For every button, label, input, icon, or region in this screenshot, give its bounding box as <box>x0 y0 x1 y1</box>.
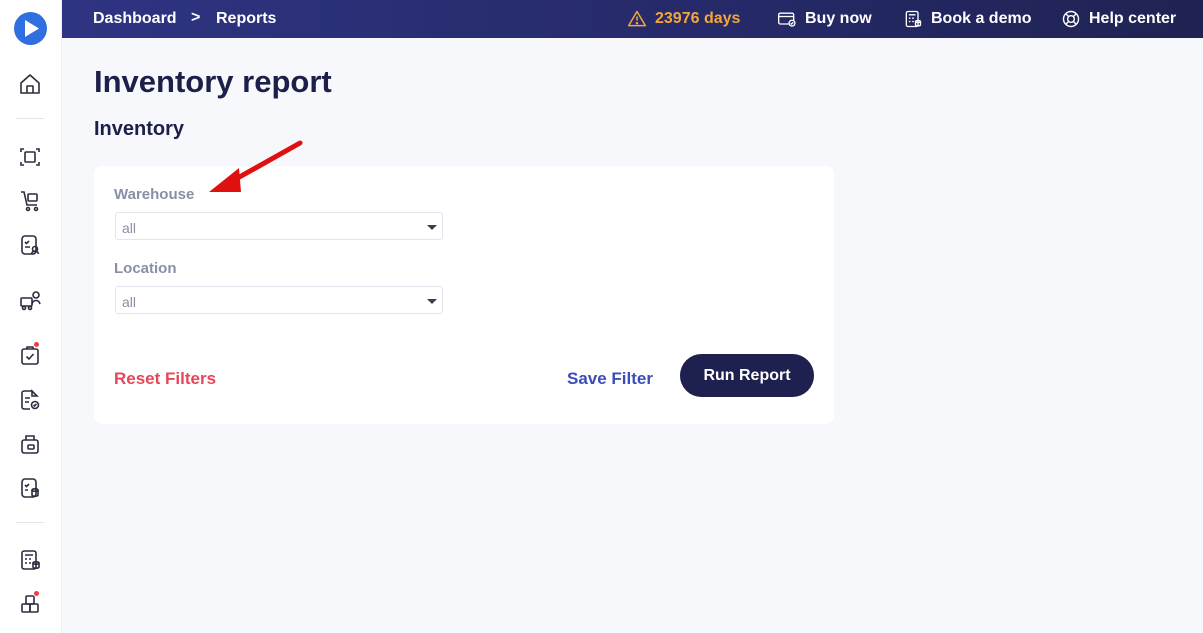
buy-now-button[interactable]: Buy now <box>777 0 872 38</box>
warehouse-select[interactable]: all <box>115 212 443 240</box>
truck-user-icon[interactable] <box>18 288 42 312</box>
run-report-button[interactable]: Run Report <box>680 354 814 397</box>
reset-filters-button[interactable]: Reset Filters <box>114 369 216 389</box>
save-filter-button[interactable]: Save Filter <box>567 369 653 389</box>
trial-days-indicator[interactable]: 23976 days <box>627 0 740 38</box>
card-check-icon <box>778 12 796 27</box>
breadcrumb-dashboard[interactable]: Dashboard <box>93 10 177 28</box>
box-icon[interactable] <box>18 432 42 456</box>
calculator-icon <box>905 10 922 28</box>
help-center-label: Help center <box>1089 10 1177 27</box>
task-bag-icon[interactable] <box>18 341 42 367</box>
notification-dot <box>33 590 40 597</box>
annotation-arrow-icon <box>209 140 303 192</box>
checklist-user-icon[interactable] <box>18 233 42 257</box>
checklist-database-icon[interactable] <box>18 476 42 500</box>
book-demo-label: Book a demo <box>931 10 1032 27</box>
breadcrumb-separator: > <box>191 9 201 26</box>
location-select[interactable]: all <box>115 286 443 314</box>
warehouse-label: Warehouse <box>114 186 195 203</box>
caret-down-icon <box>427 225 437 230</box>
notification-dot <box>33 341 40 348</box>
location-label: Location <box>114 260 177 277</box>
sidebar-divider <box>16 118 44 119</box>
calculator-icon[interactable] <box>18 548 42 572</box>
section-title: Inventory <box>94 118 185 140</box>
sidebar <box>0 0 62 633</box>
warning-icon <box>627 10 647 27</box>
top-bar: Dashboard > Reports 23976 days Buy now B… <box>62 0 1203 38</box>
breadcrumb-reports: Reports <box>216 10 277 27</box>
boxes-icon[interactable] <box>18 590 42 616</box>
document-check-icon[interactable] <box>18 388 42 412</box>
page-title: Inventory report <box>94 64 332 99</box>
scan-document-icon[interactable] <box>18 145 42 169</box>
trial-days-label: 23976 days <box>655 10 741 27</box>
buy-now-label: Buy now <box>805 10 872 27</box>
location-select-value: all <box>122 294 137 310</box>
caret-down-icon <box>427 299 437 304</box>
lifebuoy-icon <box>1062 10 1080 28</box>
home-icon[interactable] <box>18 72 42 96</box>
warehouse-select-value: all <box>122 220 137 236</box>
cart-icon[interactable] <box>18 189 42 213</box>
app-logo-icon[interactable] <box>14 12 47 45</box>
sidebar-divider <box>16 522 44 523</box>
book-demo-button[interactable]: Book a demo <box>903 0 1031 38</box>
help-center-button[interactable]: Help center <box>1061 0 1176 38</box>
filter-card: Warehouse all Location all Reset Filters… <box>94 166 834 424</box>
